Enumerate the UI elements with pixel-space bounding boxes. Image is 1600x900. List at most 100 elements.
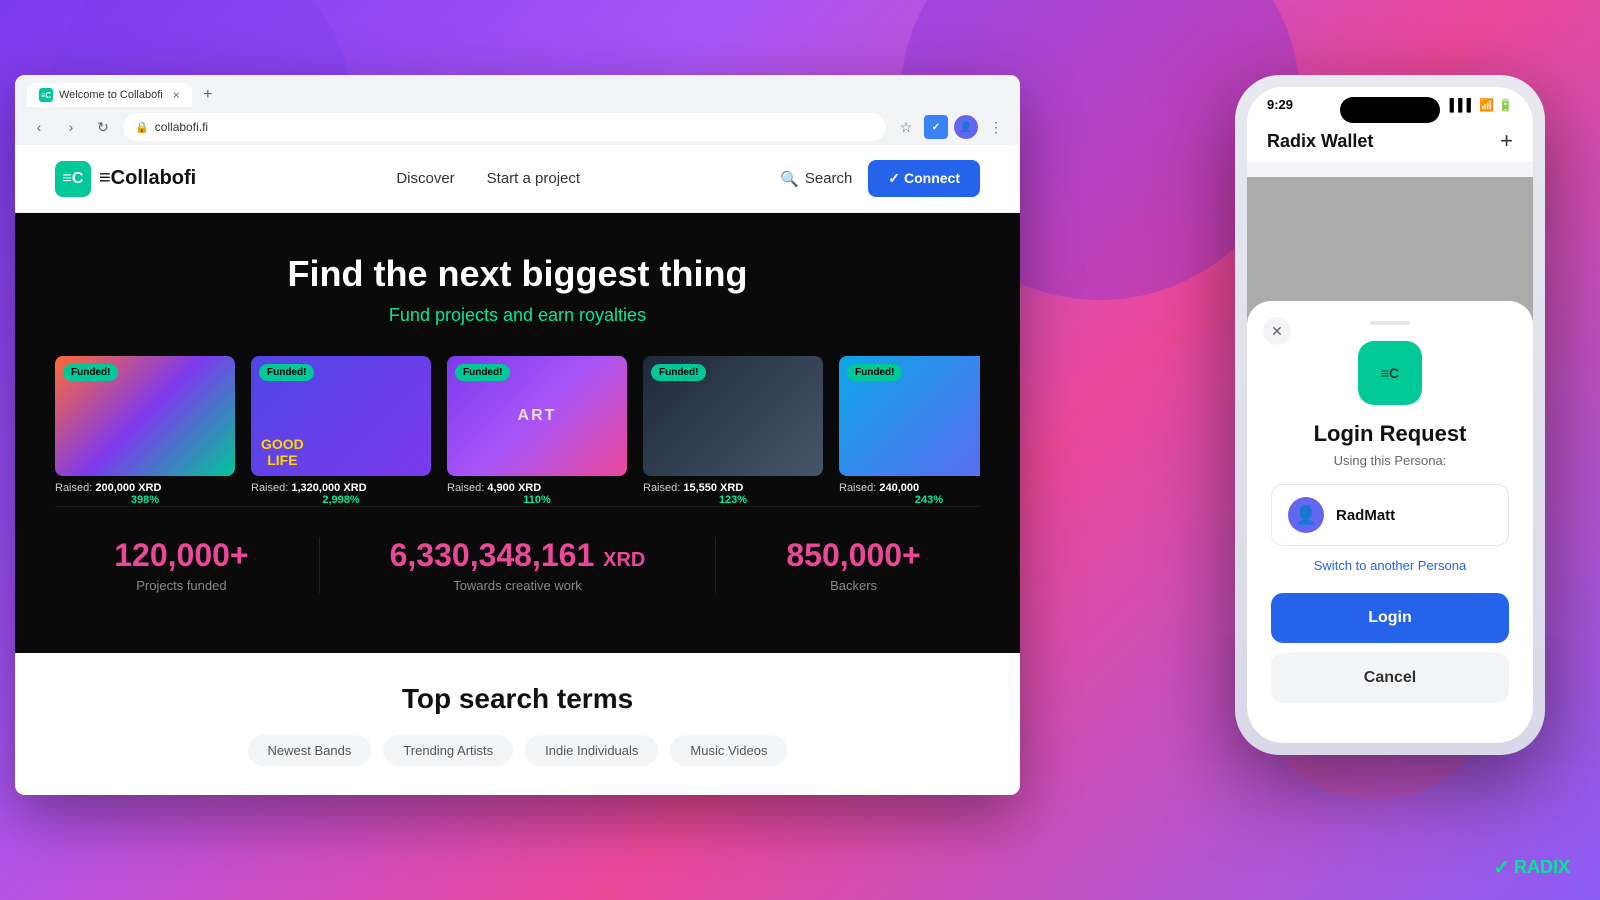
- modal-subtitle: Using this Persona:: [1271, 453, 1509, 468]
- website-content: ≡C ≡Collabofi Discover Start a project 🔍…: [15, 145, 1020, 795]
- project-card-2[interactable]: GOODLIFE Funded! Raised: 1,320,000 XRD 2…: [251, 356, 431, 506]
- site-actions: 🔍 Search ✓ Connect: [780, 160, 980, 197]
- funded-badge-5: Funded!: [847, 364, 902, 381]
- radix-logo-text: RADIX: [1514, 857, 1570, 878]
- forward-button[interactable]: ›: [59, 115, 83, 139]
- search-label: Search: [805, 170, 853, 187]
- search-icon: 🔍: [780, 170, 799, 188]
- nav-discover[interactable]: Discover: [396, 170, 454, 187]
- radix-check-icon: ✓: [1493, 855, 1510, 880]
- stat-backers-number: 850,000+: [786, 537, 920, 574]
- browser-window: ≡C Welcome to Collabofi × + ‹ › ↻ 🔒 coll…: [15, 75, 1020, 795]
- stat-projects: 120,000+ Projects funded: [114, 537, 248, 593]
- bottom-section: Top search terms Newest Bands Trending A…: [15, 653, 1020, 795]
- project-percent-3: 110%: [447, 494, 627, 506]
- project-card-1[interactable]: Funded! Raised: 200,000 XRD 398%: [55, 356, 235, 506]
- tab-close-button[interactable]: ×: [173, 88, 180, 102]
- battery-icon: 🔋: [1498, 98, 1513, 112]
- stat-projects-label: Projects funded: [114, 578, 248, 593]
- hero-title: Find the next biggest thing: [55, 253, 980, 295]
- tab-favicon: ≡C: [39, 88, 53, 102]
- logo-text: ≡Collabofi: [99, 167, 196, 190]
- login-button[interactable]: Login: [1271, 593, 1509, 643]
- persona-name: RadMatt: [1336, 507, 1395, 524]
- search-tag-1[interactable]: Newest Bands: [248, 735, 372, 766]
- wallet-title: Radix Wallet: [1267, 131, 1373, 152]
- phone-notch: [1340, 97, 1440, 123]
- funded-badge-2: Funded!: [259, 364, 314, 381]
- project-card-5[interactable]: Funded! Raised: 240,000 243%: [839, 356, 980, 506]
- project-card-4[interactable]: Funded! Raised: 15,550 XRD 123%: [643, 356, 823, 506]
- project-percent-5: 243%: [839, 494, 980, 506]
- project-raised-4: Raised: 15,550 XRD: [643, 482, 823, 494]
- url-text: collabofi.fi: [155, 120, 208, 134]
- project-image-2: GOODLIFE Funded!: [251, 356, 431, 476]
- hero-subtitle: Fund projects and earn royalties: [55, 305, 980, 326]
- wallet-add-button[interactable]: +: [1500, 128, 1513, 154]
- modal-close-button[interactable]: ✕: [1263, 317, 1291, 345]
- phone-mockup: 9:29 ▌▌▌ 📶 🔋 Radix Wallet + ✕ ≡C Login R…: [1235, 75, 1545, 755]
- project-raised-5: Raised: 240,000: [839, 482, 980, 494]
- stat-xrd-label: Towards creative work: [390, 578, 646, 593]
- hero-section: Find the next biggest thing Fund project…: [15, 213, 1020, 653]
- browser-tab-active[interactable]: ≡C Welcome to Collabofi ×: [27, 83, 192, 107]
- lock-icon: 🔒: [135, 121, 149, 134]
- project-image-5: Funded!: [839, 356, 980, 476]
- site-nav: Discover Start a project: [396, 170, 580, 187]
- switch-persona-link[interactable]: Switch to another Persona: [1271, 558, 1509, 573]
- refresh-button[interactable]: ↻: [91, 115, 115, 139]
- search-button[interactable]: 🔍 Search: [780, 170, 852, 188]
- browser-chrome: ≡C Welcome to Collabofi × + ‹ › ↻ 🔒 coll…: [15, 75, 1020, 145]
- star-button[interactable]: ☆: [894, 115, 918, 139]
- projects-row: Funded! Raised: 200,000 XRD 398% GOODLIF…: [55, 356, 980, 506]
- browser-actions: ☆ ✓ 👤 ⋮: [894, 115, 1008, 139]
- top-search-title: Top search terms: [55, 683, 980, 715]
- wifi-icon: 📶: [1479, 98, 1494, 112]
- tab-title: Welcome to Collabofi: [59, 89, 163, 101]
- project-raised-2: Raised: 1,320,000 XRD: [251, 482, 431, 494]
- project-image-3-text: ART: [518, 407, 557, 425]
- address-bar[interactable]: 🔒 collabofi.fi: [123, 113, 886, 141]
- search-tags: Newest Bands Trending Artists Indie Indi…: [55, 735, 980, 766]
- profile-avatar[interactable]: 👤: [954, 115, 978, 139]
- persona-selector[interactable]: 👤 RadMatt: [1271, 484, 1509, 546]
- persona-avatar: 👤: [1288, 497, 1324, 533]
- search-tag-3[interactable]: Indie Individuals: [525, 735, 658, 766]
- status-time: 9:29: [1267, 97, 1293, 112]
- site-header: ≡C ≡Collabofi Discover Start a project 🔍…: [15, 145, 1020, 213]
- browser-tabs: ≡C Welcome to Collabofi × +: [27, 83, 1008, 107]
- menu-button[interactable]: ⋮: [984, 115, 1008, 139]
- funded-badge-1: Funded!: [63, 364, 118, 381]
- logo-icon: ≡C: [55, 161, 91, 197]
- funded-badge-4: Funded!: [651, 364, 706, 381]
- signal-icon: ▌▌▌: [1450, 98, 1476, 112]
- login-modal: ✕ ≡C Login Request Using this Persona: 👤…: [1247, 301, 1533, 743]
- site-logo: ≡C ≡Collabofi: [55, 161, 196, 197]
- project-card-3[interactable]: ART Funded! Raised: 4,900 XRD 110%: [447, 356, 627, 506]
- stat-xrd-number: 6,330,348,161 XRD: [390, 537, 646, 574]
- modal-title: Login Request: [1271, 421, 1509, 447]
- project-percent-1: 398%: [55, 494, 235, 506]
- project-image-4: Funded!: [643, 356, 823, 476]
- radix-logo: ✓ RADIX: [1493, 855, 1570, 880]
- phone-inner: 9:29 ▌▌▌ 📶 🔋 Radix Wallet + ✕ ≡C Login R…: [1247, 87, 1533, 743]
- project-percent-4: 123%: [643, 494, 823, 506]
- stats-section: 120,000+ Projects funded 6,330,348,161 X…: [55, 506, 980, 623]
- cancel-button[interactable]: Cancel: [1271, 653, 1509, 703]
- stat-xrd: 6,330,348,161 XRD Towards creative work: [390, 537, 646, 593]
- project-raised-1: Raised: 200,000 XRD: [55, 482, 235, 494]
- extension-icon[interactable]: ✓: [924, 115, 948, 139]
- project-image-3: ART Funded!: [447, 356, 627, 476]
- project-percent-2: 2,998%: [251, 494, 431, 506]
- status-icons: ▌▌▌ 📶 🔋: [1450, 98, 1513, 112]
- project-image-2-text: GOODLIFE: [261, 437, 304, 468]
- connect-button[interactable]: ✓ Connect: [868, 160, 980, 197]
- search-tag-2[interactable]: Trending Artists: [383, 735, 513, 766]
- project-raised-3: Raised: 4,900 XRD: [447, 482, 627, 494]
- new-tab-button[interactable]: +: [196, 83, 220, 107]
- nav-start-project[interactable]: Start a project: [487, 170, 580, 187]
- project-image-1: Funded!: [55, 356, 235, 476]
- back-button[interactable]: ‹: [27, 115, 51, 139]
- stat-backers: 850,000+ Backers: [786, 537, 920, 593]
- search-tag-4[interactable]: Music Videos: [670, 735, 787, 766]
